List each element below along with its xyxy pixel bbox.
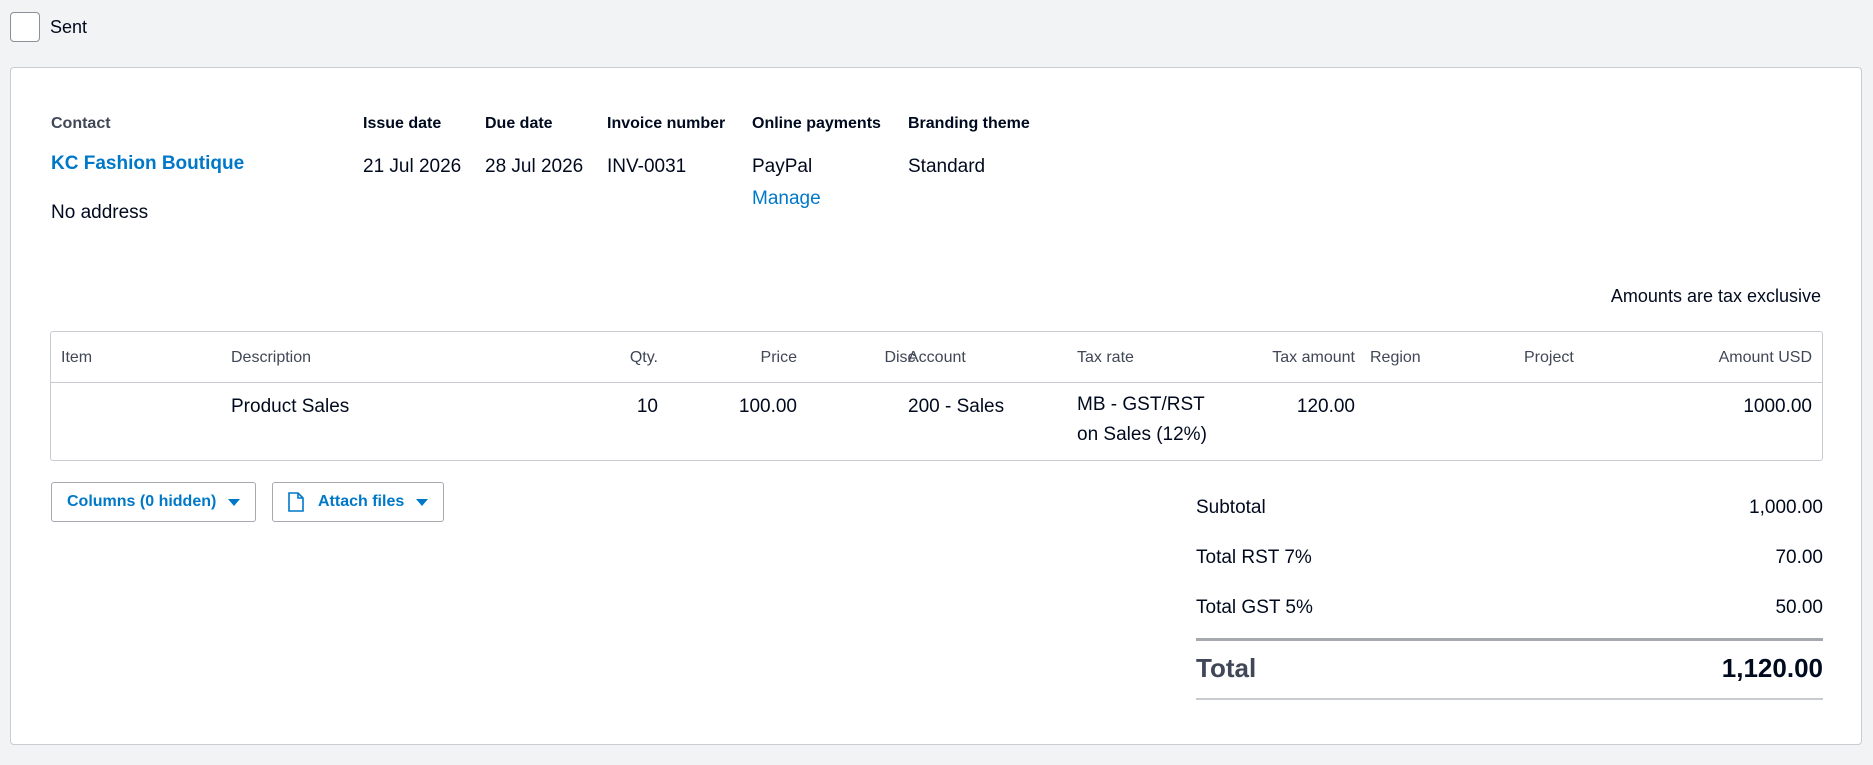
- invoice-number-value: INV-0031: [607, 156, 687, 177]
- sent-label: Sent: [50, 16, 88, 37]
- row-qty[interactable]: 10: [637, 396, 658, 418]
- column-header-price[interactable]: Price: [761, 349, 797, 367]
- column-header-tax-rate[interactable]: Tax rate: [1077, 349, 1134, 367]
- caret-down-icon: [416, 498, 429, 506]
- issue-date-label: Issue date: [363, 115, 442, 132]
- row-description[interactable]: Product Sales: [231, 396, 349, 418]
- invoice-card: Contact KC Fashion Boutique No address I…: [10, 67, 1862, 745]
- gst-total-value: 50.00: [1775, 597, 1823, 618]
- due-date-label: Due date: [485, 115, 553, 132]
- line-items-table: Item Description Qty. Price Disc. Accoun…: [50, 331, 1823, 461]
- column-header-project[interactable]: Project: [1524, 349, 1574, 367]
- grand-total-label: Total: [1196, 653, 1257, 683]
- due-date-value: 28 Jul 2026: [485, 156, 584, 177]
- contact-address: No address: [51, 202, 149, 223]
- branding-theme-label: Branding theme: [908, 115, 1030, 132]
- column-header-amount[interactable]: Amount USD: [1719, 349, 1812, 367]
- subtotal-value: 1,000.00: [1749, 497, 1823, 518]
- row-amount[interactable]: 1000.00: [1743, 396, 1812, 418]
- rst-total-value: 70.00: [1775, 547, 1823, 568]
- sent-checkbox[interactable]: [10, 12, 40, 42]
- issue-date-value: 21 Jul 2026: [363, 156, 462, 177]
- invoice-number-label: Invoice number: [607, 115, 726, 132]
- online-payments-label: Online payments: [752, 115, 881, 132]
- row-account[interactable]: 200 - Sales: [908, 396, 1004, 418]
- column-header-account[interactable]: Account: [908, 349, 966, 367]
- column-header-description[interactable]: Description: [231, 349, 311, 367]
- contact-name-link[interactable]: KC Fashion Boutique: [51, 153, 244, 175]
- manage-payments-link[interactable]: Manage: [752, 188, 821, 210]
- rst-total-label: Total RST 7%: [1196, 547, 1312, 568]
- contact-label: Contact: [51, 115, 111, 132]
- grand-total-value: 1,120.00: [1721, 653, 1823, 683]
- columns-button-label: Columns (0 hidden): [67, 493, 217, 510]
- attach-files-label: Attach files: [318, 493, 405, 510]
- caret-down-icon: [228, 498, 241, 506]
- tax-exclusive-note: Amounts are tax exclusive: [1610, 286, 1821, 306]
- column-header-item[interactable]: Item: [61, 349, 92, 367]
- row-price[interactable]: 100.00: [739, 396, 797, 418]
- row-tax-rate[interactable]: MB - GST/RST on Sales (12%): [1077, 390, 1227, 450]
- attach-files-button[interactable]: Attach files: [272, 482, 445, 522]
- column-header-qty[interactable]: Qty.: [630, 349, 658, 367]
- column-header-tax-amount[interactable]: Tax amount: [1272, 349, 1355, 367]
- sent-status-row: Sent: [10, 12, 87, 42]
- branding-theme-value: Standard: [908, 156, 986, 177]
- total-bottom-divider: [1196, 698, 1823, 700]
- total-divider: [1196, 638, 1823, 641]
- subtotal-label: Subtotal: [1196, 497, 1266, 518]
- row-tax-amount[interactable]: 120.00: [1297, 396, 1355, 418]
- column-header-region[interactable]: Region: [1370, 349, 1421, 367]
- online-payments-value: PayPal: [752, 156, 813, 177]
- file-icon: [288, 492, 304, 512]
- columns-button[interactable]: Columns (0 hidden): [51, 482, 257, 522]
- table-header-row: Item Description Qty. Price Disc. Accoun…: [51, 332, 1822, 383]
- gst-total-label: Total GST 5%: [1196, 597, 1313, 618]
